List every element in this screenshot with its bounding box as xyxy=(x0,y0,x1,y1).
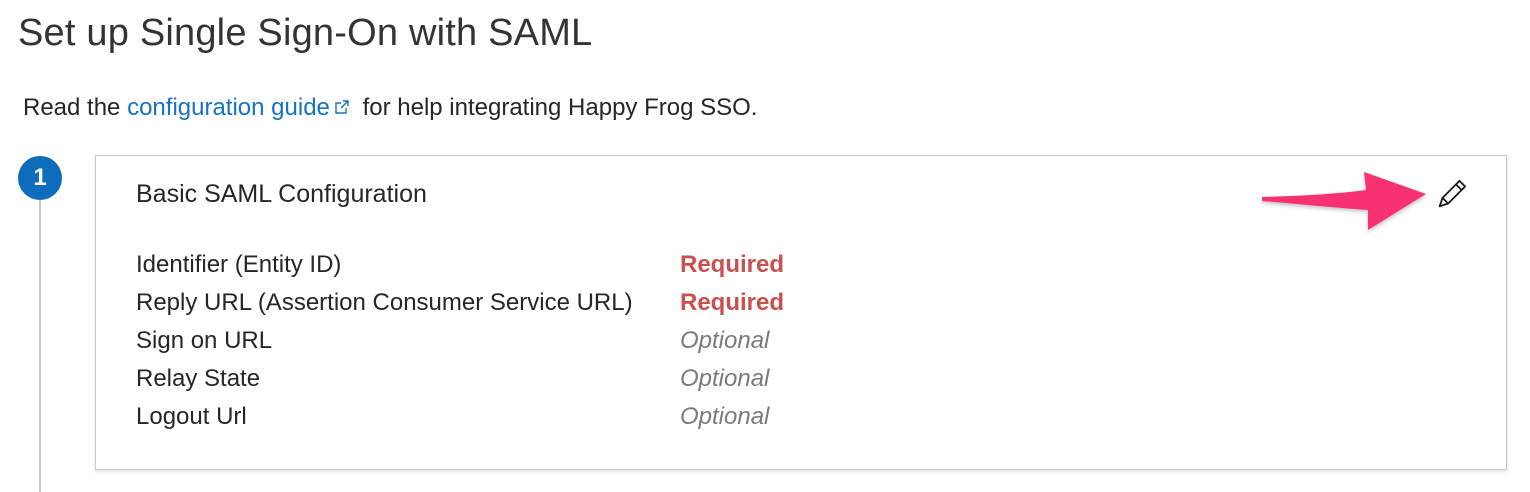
field-label: Relay State xyxy=(136,365,261,392)
field-status-optional: Optional xyxy=(680,403,770,430)
pencil-icon xyxy=(1438,179,1467,208)
field-row-relay-state: Relay State Optional xyxy=(136,360,784,398)
card-title: Basic SAML Configuration xyxy=(136,180,427,208)
field-row-reply-url: Reply URL (Assertion Consumer Service UR… xyxy=(136,284,784,322)
field-status-required: Required xyxy=(680,289,785,316)
saml-fields-list: Identifier (Entity ID) Required Reply UR… xyxy=(136,246,784,436)
page: Set up Single Sign-On with SAML Read the… xyxy=(0,0,1530,492)
step-number-badge: 1 xyxy=(18,156,62,200)
field-status-optional: Optional xyxy=(680,327,770,354)
intro-text: Read the configuration guide for help in… xyxy=(23,94,757,122)
configuration-guide-link[interactable]: configuration guide xyxy=(127,94,330,121)
field-label: Logout Url xyxy=(136,403,247,430)
field-label: Reply URL (Assertion Consumer Service UR… xyxy=(136,289,633,316)
field-row-identifier: Identifier (Entity ID) Required xyxy=(136,246,784,284)
field-label: Sign on URL xyxy=(136,327,273,354)
field-status-required: Required xyxy=(680,251,785,278)
intro-prefix: Read the xyxy=(23,94,128,121)
step-connector-line xyxy=(39,200,41,492)
field-row-logout-url: Logout Url Optional xyxy=(136,398,784,436)
basic-saml-configuration-card: Basic SAML Configuration Identifier (Ent… xyxy=(95,155,1507,470)
page-title: Set up Single Sign-On with SAML xyxy=(18,12,593,54)
external-link-icon[interactable] xyxy=(334,94,350,114)
intro-suffix: for help integrating Happy Frog SSO. xyxy=(355,94,758,121)
field-row-sign-on-url: Sign on URL Optional xyxy=(136,322,784,360)
field-label: Identifier (Entity ID) xyxy=(136,251,342,278)
field-status-optional: Optional xyxy=(680,365,770,392)
edit-button[interactable] xyxy=(1432,176,1470,214)
